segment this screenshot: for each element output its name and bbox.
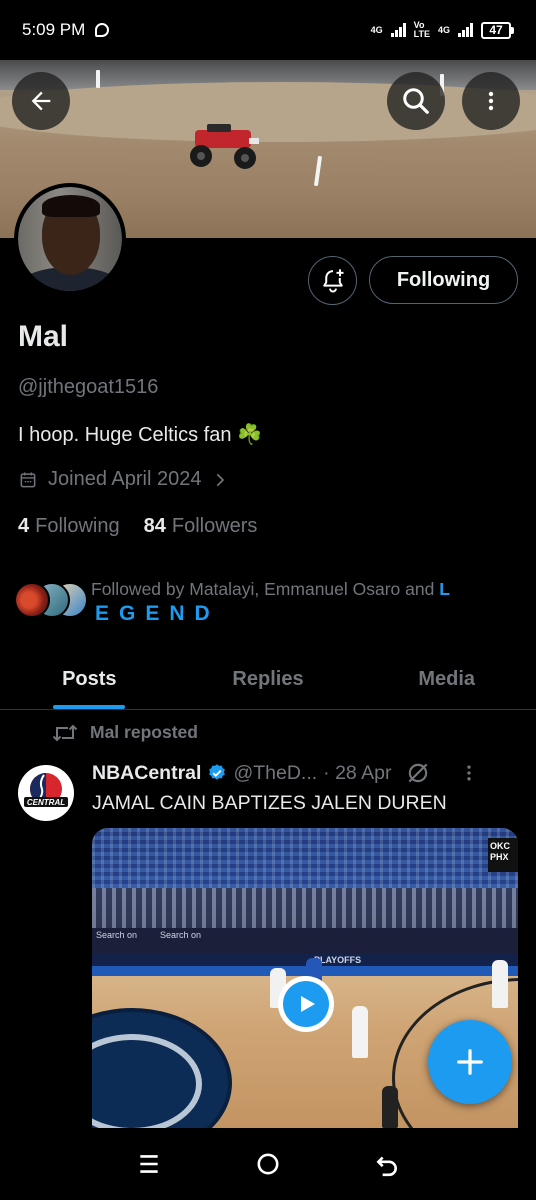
volte-label-bottom: LTE — [413, 29, 430, 39]
repost-icon — [52, 724, 78, 741]
followers-count: 84 — [143, 515, 166, 537]
play-icon — [301, 996, 315, 1012]
active-tab-indicator — [53, 705, 126, 709]
tab-media-label: Media — [418, 668, 476, 690]
followed-by-avatars — [14, 580, 90, 618]
more-options-button[interactable] — [462, 72, 520, 130]
follow-counts: 4 Following 84 Followers — [18, 515, 257, 538]
profile-handle: @jjthegoat1516 — [18, 376, 159, 398]
tab-posts[interactable]: Posts — [0, 650, 179, 709]
post-more-icon[interactable] — [459, 763, 479, 783]
profile-tabs: Posts Replies Media — [0, 650, 536, 710]
compose-post-button[interactable] — [428, 1020, 512, 1104]
repost-label: Mal reposted — [90, 722, 198, 742]
back-nav-icon[interactable] — [374, 1151, 400, 1177]
network-4g-label-2: 4G — [437, 24, 450, 35]
recent-apps-icon[interactable] — [136, 1151, 162, 1177]
profile-avatar[interactable] — [14, 183, 126, 295]
nbacentral-logo: CENTRAL — [19, 766, 73, 820]
score-badge-top: OKC — [490, 841, 510, 851]
video-play-button[interactable] — [278, 976, 334, 1032]
bell-plus-icon — [322, 268, 343, 292]
status-bar: 5:09 PM 4G Vo LTE 4G 47 — [0, 0, 536, 60]
post-author-handle: @TheD... — [233, 761, 318, 784]
arena-ad-text-2: Search on — [160, 930, 202, 940]
followers-label: Followers — [171, 515, 258, 537]
following-count-link[interactable]: 4 Following — [18, 515, 120, 538]
search-button[interactable] — [387, 72, 445, 130]
arrow-left-icon — [31, 91, 51, 111]
tab-media[interactable]: Media — [357, 650, 536, 709]
post-author-name[interactable]: NBACentral — [92, 762, 201, 785]
followed-by-legend-rest: EGEND — [95, 602, 220, 625]
signal-strength-icon — [390, 23, 406, 37]
system-navigation-bar — [0, 1128, 536, 1200]
home-icon[interactable] — [255, 1151, 281, 1177]
post-text: JAMAL CAIN BAPTIZES JALEN DUREN — [92, 792, 447, 814]
more-vertical-icon — [488, 91, 494, 111]
arena-ad-text: Search on — [96, 930, 138, 940]
search-icon — [403, 88, 429, 114]
post-author-avatar[interactable]: CENTRAL — [18, 765, 74, 821]
status-time: 5:09 PM — [22, 20, 86, 39]
following-button[interactable]: Following — [369, 256, 518, 304]
followed-by-text: Followed by Matalayi, Emmanuel Osaro and — [91, 579, 435, 599]
post-avatar-text: CENTRAL — [27, 798, 65, 807]
tab-replies-label: Replies — [232, 668, 304, 690]
post-header: NBACentral @TheD... · 28 Apr — [92, 760, 522, 786]
grok-icon[interactable] — [405, 760, 431, 786]
verified-badge-icon — [209, 764, 226, 780]
score-badge: OKC PHX — [488, 838, 518, 872]
back-button[interactable] — [12, 72, 70, 130]
profile-bio: I hoop. Huge Celtics fan ☘️ — [18, 424, 262, 446]
tab-posts-label: Posts — [62, 668, 117, 690]
chevron-right-icon — [217, 473, 225, 486]
score-badge-bottom: PHX — [490, 852, 509, 862]
following-label: Following — [35, 515, 120, 537]
followed-by-row[interactable]: Followed by Matalayi, Emmanuel Osaro and… — [14, 574, 514, 634]
joined-date-text: Joined April 2024 — [48, 468, 202, 490]
message-notification-icon — [95, 23, 110, 37]
post-date: · 28 Apr — [323, 761, 392, 784]
following-count: 4 — [18, 515, 30, 537]
repost-indicator: Mal reposted — [52, 722, 198, 743]
battery-icon: 47 — [481, 21, 514, 39]
battery-level: 47 — [481, 21, 511, 39]
signal-strength-icon-2 — [458, 23, 473, 37]
followers-count-link[interactable]: 84 Followers — [144, 515, 258, 538]
atv-image — [190, 124, 259, 169]
followed-by-legend-first-letter: L — [439, 579, 459, 599]
plus-icon — [457, 1049, 483, 1075]
calendar-icon — [20, 472, 36, 487]
joined-date-row[interactable]: Joined April 2024 — [18, 468, 229, 491]
tab-replies[interactable]: Replies — [179, 650, 358, 709]
profile-name: Mal — [18, 320, 69, 353]
notifications-bell-button[interactable] — [308, 256, 357, 305]
network-4g-label: 4G — [370, 24, 383, 35]
